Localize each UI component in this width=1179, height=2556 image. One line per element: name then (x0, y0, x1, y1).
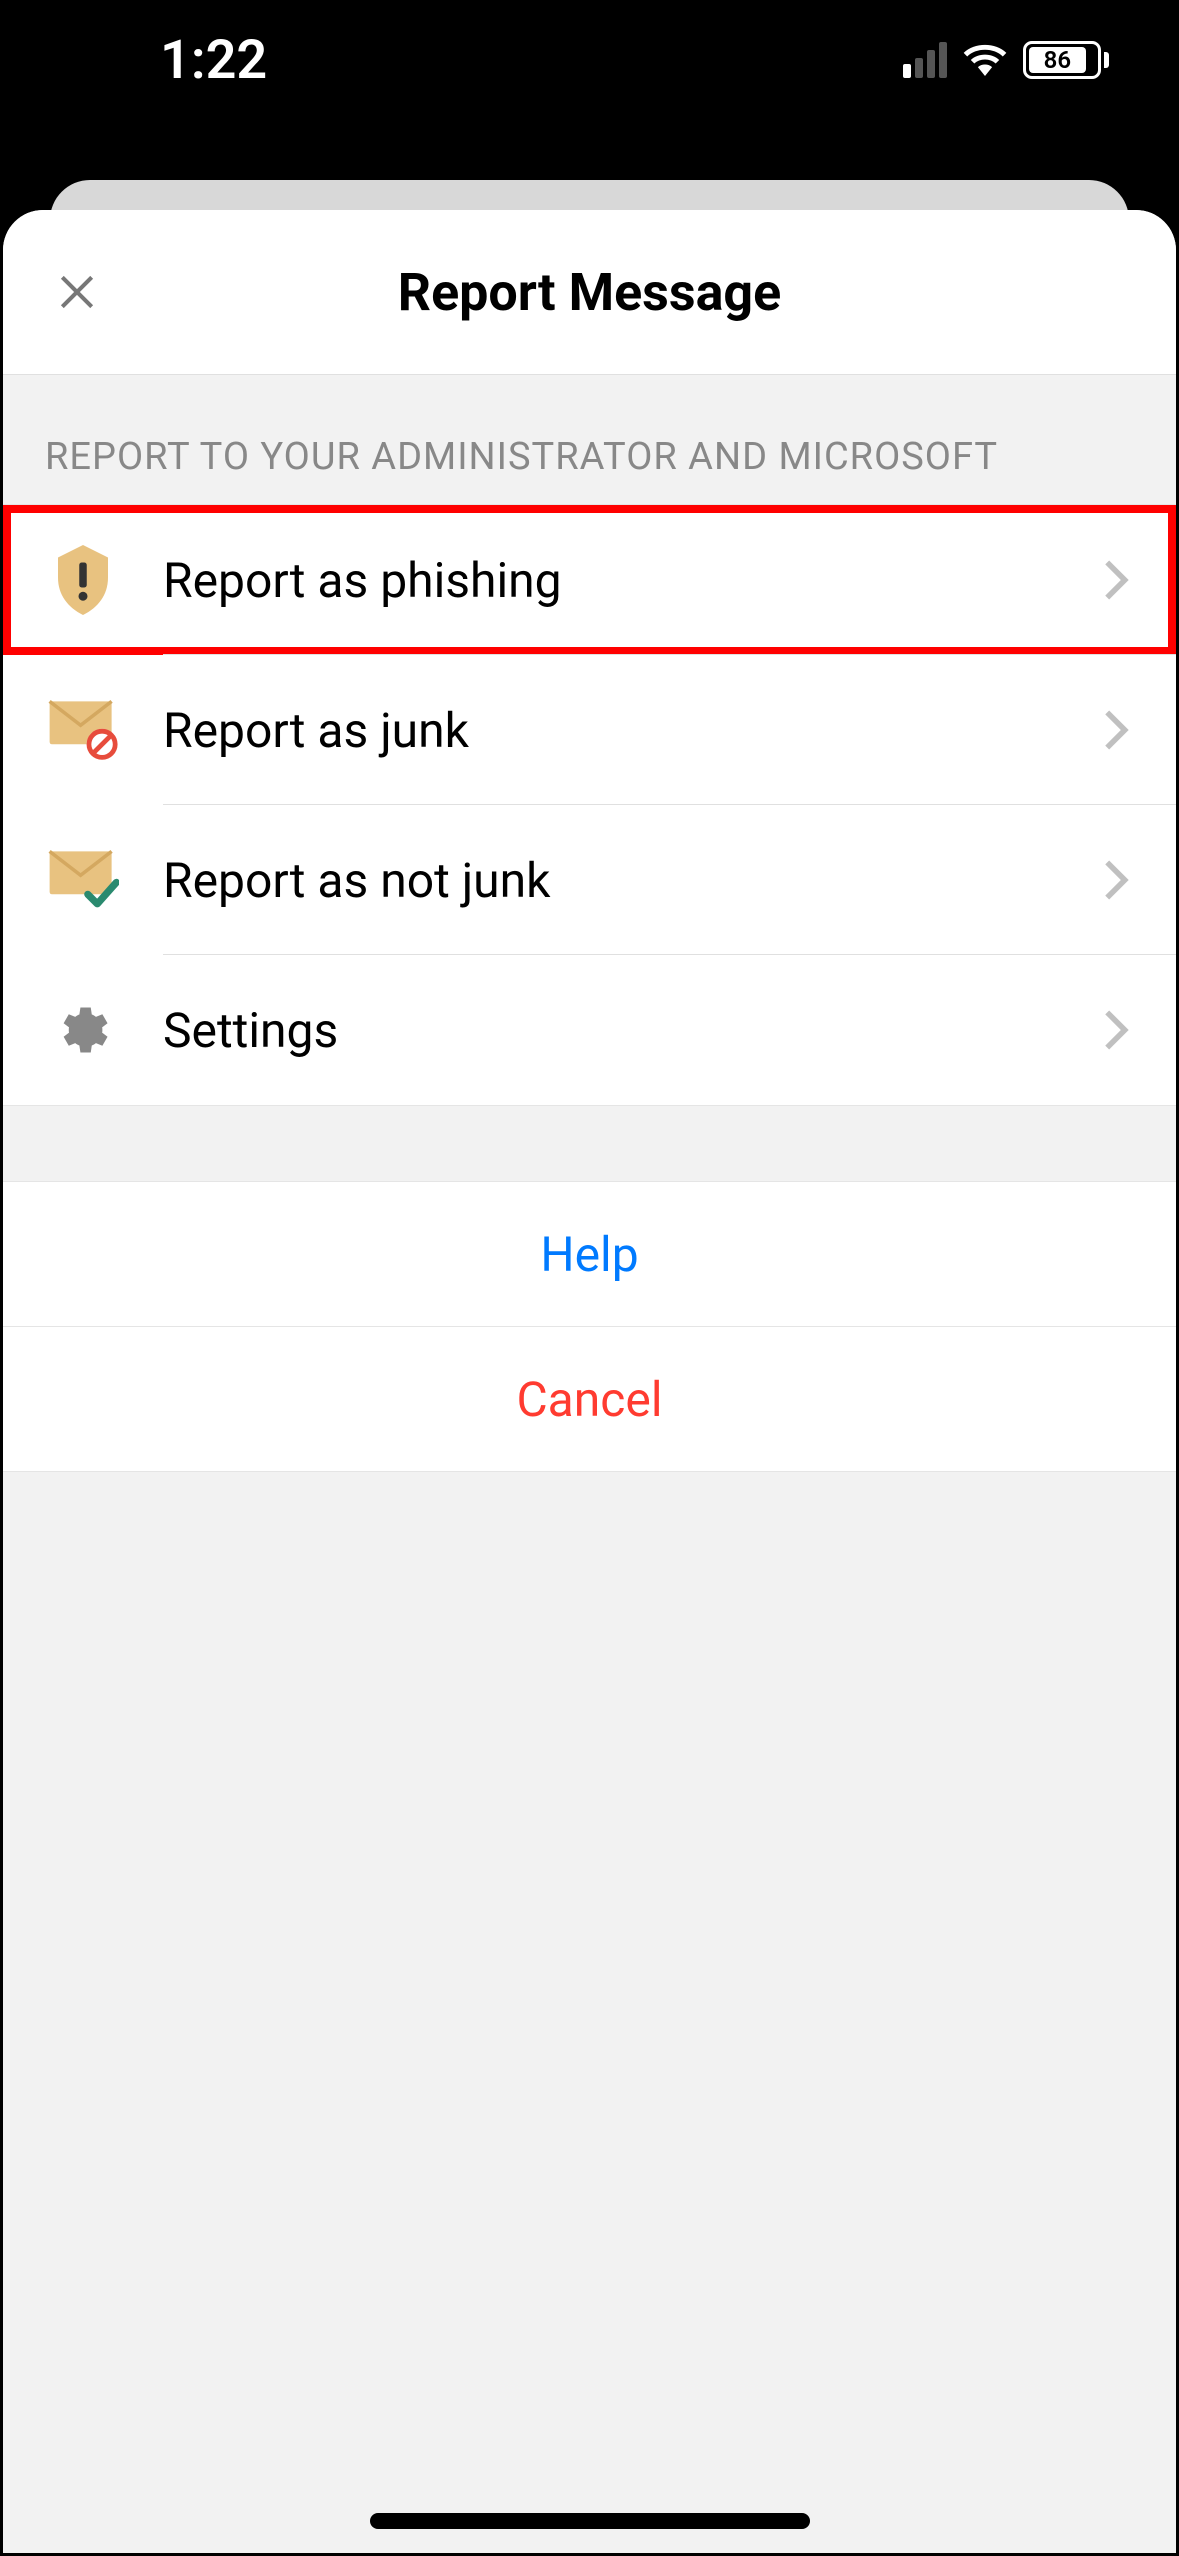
gear-icon (43, 995, 123, 1065)
shield-warning-icon (43, 545, 123, 615)
report-sheet: Report Message REPORT TO YOUR ADMINISTRA… (3, 210, 1176, 2553)
item-label: Report as not junk (163, 852, 1101, 909)
wifi-icon (963, 44, 1007, 76)
cancel-button[interactable]: Cancel (3, 1326, 1176, 1472)
item-label: Report as junk (163, 702, 1101, 759)
chevron-right-icon (1101, 558, 1131, 602)
status-bar: 1:22 86 (0, 0, 1179, 120)
mail-check-icon (43, 845, 123, 915)
report-not-junk-item[interactable]: Report as not junk (3, 805, 1176, 955)
section-header: REPORT TO YOUR ADMINISTRATOR AND MICROSO… (3, 375, 1176, 504)
mail-block-icon (43, 695, 123, 765)
chevron-right-icon (1101, 858, 1131, 902)
status-time: 1:22 (160, 29, 267, 92)
help-button[interactable]: Help (3, 1181, 1176, 1327)
report-phishing-item[interactable]: Report as phishing (3, 505, 1176, 655)
battery-indicator: 86 (1023, 41, 1109, 79)
close-icon (55, 270, 99, 314)
battery-level: 86 (1029, 47, 1086, 73)
item-label: Settings (163, 1002, 1101, 1059)
sheet-title: Report Message (53, 262, 1126, 323)
item-label: Report as phishing (163, 552, 1101, 609)
cellular-signal-icon (903, 42, 947, 78)
chevron-right-icon (1101, 708, 1131, 752)
close-button[interactable] (53, 268, 101, 316)
chevron-right-icon (1101, 1008, 1131, 1052)
home-indicator[interactable] (370, 2513, 810, 2529)
help-label: Help (540, 1226, 638, 1283)
report-junk-item[interactable]: Report as junk (3, 655, 1176, 805)
cancel-label: Cancel (516, 1371, 662, 1428)
sheet-header: Report Message (3, 210, 1176, 375)
settings-item[interactable]: Settings (3, 955, 1176, 1105)
status-indicators: 86 (903, 41, 1109, 79)
report-options-list: Report as phishing Report as junk (3, 504, 1176, 1106)
